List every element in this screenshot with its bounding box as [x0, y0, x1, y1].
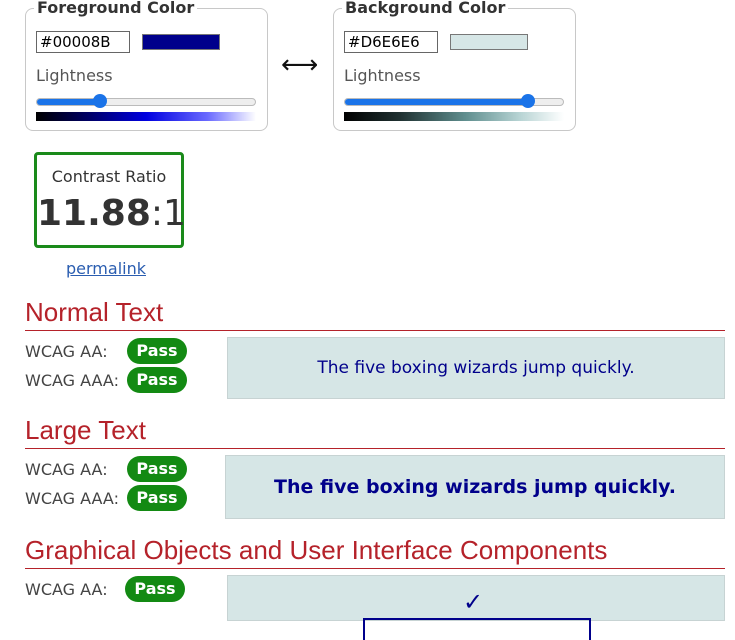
- foreground-color-title: Foreground Color: [34, 0, 198, 17]
- background-slider-fill: [345, 99, 528, 105]
- graphical-objects-divider: [25, 568, 725, 569]
- large-aaa-pass-badge: Pass: [127, 485, 187, 511]
- foreground-color-swatch[interactable]: [142, 34, 220, 50]
- contrast-ratio-number: 11.88: [37, 193, 151, 234]
- graphical-objects-sample: ✓: [227, 575, 725, 640]
- foreground-lightness-gradient: [36, 112, 256, 121]
- normal-text-divider: [25, 330, 725, 331]
- normal-text-heading: Normal Text: [25, 297, 164, 327]
- large-text-heading: Large Text: [25, 415, 146, 445]
- background-color-swatch[interactable]: [450, 34, 528, 50]
- contrast-ratio-suffix: :1: [150, 193, 186, 234]
- large-aaa-label: WCAG AAA:: [25, 489, 119, 508]
- normal-text-sample: The five boxing wizards jump quickly.: [227, 337, 725, 399]
- large-text-divider: [25, 448, 725, 449]
- normal-aa-label: WCAG AA:: [25, 342, 108, 361]
- foreground-color-panel: Foreground Color #00008B Lightness: [25, 0, 268, 131]
- foreground-hex-input[interactable]: #00008B: [36, 31, 130, 53]
- graphical-aa-label: WCAG AA:: [25, 580, 108, 599]
- normal-aaa-label: WCAG AAA:: [25, 371, 119, 390]
- large-aa-pass-badge: Pass: [127, 456, 187, 482]
- graphical-aa-pass-badge: Pass: [125, 576, 185, 602]
- contrast-ratio-value: 11.88:1: [37, 193, 186, 234]
- foreground-slider-thumb[interactable]: [93, 94, 107, 108]
- contrast-ratio-box: Contrast Ratio 11.88:1: [34, 152, 186, 248]
- background-hex-input[interactable]: #D6E6E6: [344, 31, 438, 53]
- background-color-panel: Background Color #D6E6E6 Lightness: [333, 0, 576, 131]
- normal-aaa-pass-badge: Pass: [127, 367, 187, 393]
- normal-aa-pass-badge: Pass: [127, 338, 187, 364]
- background-lightness-gradient: [344, 112, 564, 121]
- graphical-objects-heading: Graphical Objects and User Interface Com…: [25, 535, 608, 565]
- sample-ui-box: [363, 618, 591, 640]
- large-text-sample: The five boxing wizards jump quickly.: [225, 455, 725, 519]
- background-lightness-label: Lightness: [344, 66, 421, 85]
- swap-colors-icon[interactable]: ⟷: [281, 50, 318, 80]
- background-slider-thumb[interactable]: [521, 94, 535, 108]
- foreground-lightness-slider[interactable]: [36, 94, 256, 108]
- permalink-link[interactable]: permalink: [66, 259, 146, 278]
- foreground-lightness-label: Lightness: [36, 66, 113, 85]
- background-lightness-slider[interactable]: [344, 94, 564, 108]
- large-aa-label: WCAG AA:: [25, 460, 108, 479]
- contrast-ratio-label: Contrast Ratio: [51, 167, 167, 186]
- foreground-slider-fill: [37, 99, 100, 105]
- background-color-title: Background Color: [342, 0, 509, 17]
- checkmark-icon: ✓: [463, 588, 484, 616]
